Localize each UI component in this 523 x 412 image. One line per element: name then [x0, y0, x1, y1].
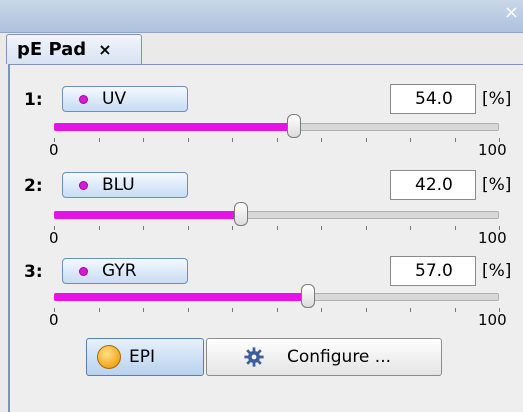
channel-2-value: 42.0 [415, 175, 453, 195]
slider-fill [54, 123, 294, 131]
epi-button[interactable]: EPI [86, 338, 204, 376]
channel-3-min: 0 [49, 311, 59, 329]
slider-thumb[interactable] [301, 284, 315, 308]
channel-3-index: 3: [24, 262, 43, 282]
channel-1-unit: [%] [482, 89, 512, 109]
channel-2-slider[interactable] [54, 202, 500, 232]
slider-tick [277, 308, 278, 312]
slider-thumb[interactable] [287, 114, 301, 138]
slider-tick [366, 138, 367, 142]
channel-2-value-input[interactable]: 42.0 [390, 170, 476, 200]
channel-dot-icon [79, 180, 88, 190]
channel-2-button[interactable]: BLU [62, 172, 188, 198]
channel-3-unit: [%] [482, 261, 512, 281]
slider-tick [99, 308, 100, 312]
slider-thumb[interactable] [234, 202, 248, 226]
slider-tick [143, 226, 144, 230]
channel-3-name: GYR [102, 261, 137, 281]
slider-ticks [54, 138, 500, 144]
channel-1-index: 1: [24, 90, 43, 110]
orange-circle-icon [97, 345, 121, 369]
slider-tick [232, 138, 233, 142]
channel-3-max: 100 [478, 311, 507, 329]
slider-tick [321, 226, 322, 230]
slider-tick [277, 138, 278, 142]
channel-3-slider[interactable] [54, 284, 500, 314]
slider-tick [232, 226, 233, 230]
tab-close-icon[interactable]: × [98, 40, 111, 59]
window-close-icon[interactable]: × [504, 4, 519, 22]
slider-tick [143, 308, 144, 312]
slider-tick [455, 138, 456, 142]
slider-tick [188, 226, 189, 230]
slider-tick [321, 138, 322, 142]
channel-1-name: UV [102, 89, 127, 109]
slider-tick [143, 138, 144, 142]
channel-1-button[interactable]: UV [62, 86, 188, 112]
slider-tick [366, 226, 367, 230]
channel-1-value: 54.0 [415, 89, 453, 109]
tab-title: pE Pad [17, 39, 87, 60]
slider-fill [54, 211, 241, 219]
gear-icon [244, 347, 264, 367]
slider-tick [410, 308, 411, 312]
channel-1-slider[interactable] [54, 114, 500, 144]
slider-tick [321, 308, 322, 312]
channel-dot-icon [79, 266, 88, 276]
slider-tick [455, 308, 456, 312]
configure-label: Configure ... [287, 347, 392, 367]
slider-tick [277, 226, 278, 230]
channel-1-max: 100 [478, 141, 507, 159]
channel-2-unit: [%] [482, 175, 512, 195]
tab-pe-pad[interactable]: pE Pad × [6, 34, 142, 64]
slider-ticks [54, 308, 500, 314]
channel-2-max: 100 [478, 229, 507, 247]
slider-tick [410, 226, 411, 230]
slider-tick [410, 138, 411, 142]
slider-fill [54, 293, 308, 301]
slider-ticks [54, 226, 500, 232]
slider-tick [455, 226, 456, 230]
channel-1-value-input[interactable]: 54.0 [390, 84, 476, 114]
channel-2-index: 2: [24, 176, 43, 196]
channel-3-value-input[interactable]: 57.0 [390, 256, 476, 286]
channel-3-button[interactable]: GYR [62, 258, 188, 284]
channel-2-min: 0 [49, 229, 59, 247]
slider-tick [232, 308, 233, 312]
slider-tick [99, 226, 100, 230]
slider-tick [188, 308, 189, 312]
epi-label: EPI [129, 347, 156, 367]
slider-tick [366, 308, 367, 312]
channel-1-min: 0 [49, 141, 59, 159]
channel-3-value: 57.0 [415, 261, 453, 281]
title-bar: × [0, 0, 523, 33]
channel-2-name: BLU [102, 175, 135, 195]
configure-button[interactable]: Configure ... [206, 338, 442, 376]
channel-dot-icon [79, 94, 88, 104]
slider-tick [188, 138, 189, 142]
slider-tick [99, 138, 100, 142]
